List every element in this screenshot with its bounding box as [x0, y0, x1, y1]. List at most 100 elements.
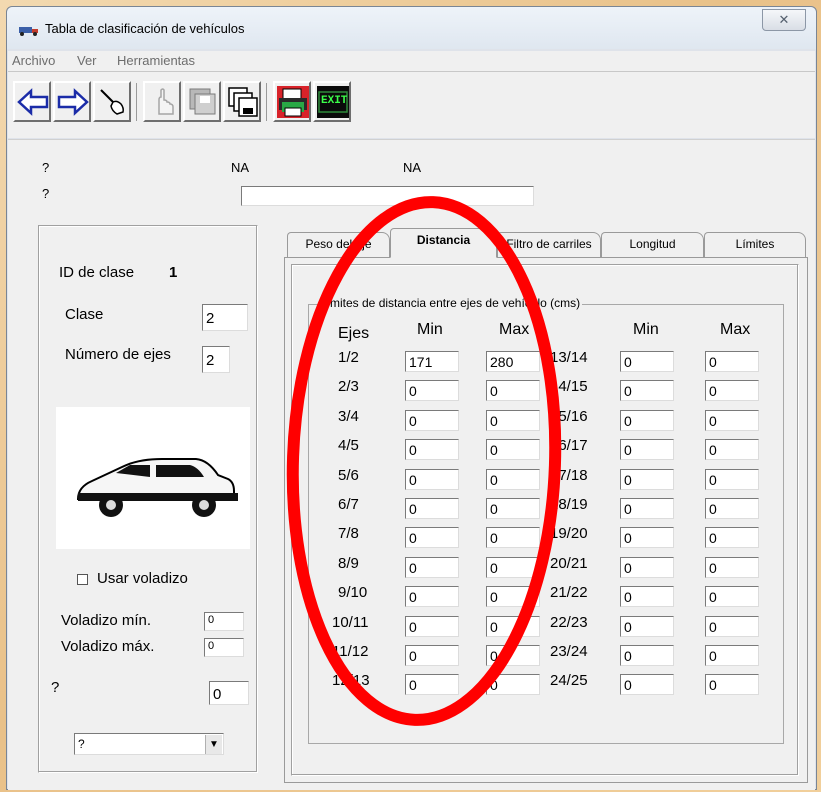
axle-min-input[interactable]: 0 — [405, 439, 459, 461]
bottom-dropdown[interactable]: ? ▼ — [74, 733, 224, 755]
axle-min-input[interactable]: 0 — [620, 556, 674, 578]
back-button[interactable] — [13, 81, 51, 122]
axle-min-input[interactable]: 0 — [405, 556, 459, 578]
tab-distancia[interactable]: Distancia — [390, 228, 497, 258]
axle-max-input[interactable]: 0 — [486, 468, 540, 490]
window-title: Tabla de clasificación de vehículos — [45, 21, 245, 36]
header-min-right: Min — [633, 321, 659, 338]
title-bar: Tabla de clasificación de vehículos ✕ — [7, 7, 816, 49]
axle-max-input[interactable]: 0 — [705, 556, 759, 578]
tab-filtro-de-carriles[interactable]: Filtro de carriles — [497, 232, 601, 258]
axle-max-input[interactable]: 0 — [486, 439, 540, 461]
axle-max-input[interactable]: 0 — [705, 615, 759, 637]
axle-min-input[interactable]: 0 — [620, 527, 674, 549]
forward-button[interactable] — [53, 81, 91, 122]
tab-limites[interactable]: Límites — [704, 232, 806, 258]
axle-min-input[interactable]: 0 — [405, 468, 459, 490]
axle-max-input[interactable]: 0 — [705, 468, 759, 490]
axle-min-input[interactable]: 0 — [620, 351, 674, 372]
forward-arrow-icon — [57, 88, 89, 116]
axle-min-input[interactable]: 0 — [620, 439, 674, 461]
axle-pair-label: 16/17 — [550, 437, 588, 455]
menu-ver[interactable]: Ver — [77, 53, 97, 68]
axle-max-input[interactable]: 0 — [486, 615, 540, 637]
print-button[interactable] — [273, 81, 311, 122]
truck-icon — [19, 27, 38, 36]
axle-min-input[interactable]: 0 — [405, 527, 459, 549]
disks-button[interactable] — [183, 81, 221, 122]
axle-min-input[interactable]: 0 — [405, 645, 459, 666]
axle-pair-label: 8/9 — [338, 554, 359, 572]
axle-max-input[interactable]: 0 — [705, 645, 759, 666]
distance-group-title: Límites de distancia entre ejes de vehíc… — [318, 296, 583, 310]
axle-min-input[interactable]: 0 — [405, 409, 459, 431]
axle-pair-label: 10/11 — [332, 613, 369, 631]
tab-longitud[interactable]: Longitud — [601, 232, 704, 258]
close-button[interactable]: ✕ — [762, 9, 806, 31]
axle-min-input[interactable]: 0 — [405, 674, 459, 696]
axle-pair-label: 11/12 — [332, 643, 369, 660]
overhang-max-input[interactable]: 0 — [204, 638, 244, 657]
axle-pair-label: 3/4 — [338, 407, 359, 425]
save-button[interactable] — [223, 81, 261, 122]
axle-max-input[interactable]: 0 — [705, 527, 759, 549]
axle-min-input[interactable]: 0 — [620, 674, 674, 696]
axle-max-input[interactable]: 0 — [486, 527, 540, 549]
axle-min-input[interactable]: 171 — [405, 351, 459, 372]
menu-archivo[interactable]: Archivo — [12, 53, 55, 68]
axle-max-input[interactable]: 0 — [705, 586, 759, 608]
toolbar-separator — [136, 83, 137, 121]
pointer-tool-icon — [100, 89, 124, 115]
axle-max-input[interactable]: 0 — [705, 380, 759, 402]
class-panel: ID de clase 1 Clase 2 Número de ejes 2 U… — [38, 225, 258, 773]
hand-icon — [158, 88, 174, 115]
menu-herramientas[interactable]: Herramientas — [117, 53, 195, 68]
axle-min-input[interactable]: 0 — [620, 586, 674, 608]
overhang-checkbox[interactable] — [77, 574, 88, 585]
hand-button[interactable] — [143, 81, 181, 122]
header-text-field[interactable] — [241, 186, 534, 206]
axle-max-input[interactable]: 0 — [705, 409, 759, 431]
axle-max-input[interactable]: 0 — [486, 498, 540, 519]
header-max: Max — [499, 321, 530, 338]
menu-bar: Archivo Ver Herramientas — [8, 51, 815, 72]
axle-min-input[interactable]: 0 — [405, 498, 459, 519]
client-area: ? NA NA ? ID de clase 1 Clase 2 Número d… — [8, 139, 815, 790]
axle-min-input[interactable]: 0 — [620, 645, 674, 666]
car-icon — [76, 458, 238, 517]
axle-min-input[interactable]: 0 — [620, 409, 674, 431]
axle-max-input[interactable]: 0 — [486, 586, 540, 608]
tab-peso-del-eje[interactable]: Peso del eje — [287, 232, 390, 258]
overhang-min-input[interactable]: 0 — [204, 612, 244, 631]
axle-min-input[interactable]: 0 — [405, 380, 459, 402]
axle-min-input[interactable]: 0 — [405, 615, 459, 637]
axle-max-input[interactable]: 0 — [705, 498, 759, 519]
axle-max-input[interactable]: 280 — [486, 351, 540, 372]
toolbar-separator — [266, 83, 267, 121]
axle-max-input[interactable]: 0 — [486, 556, 540, 578]
axle-max-input[interactable]: 0 — [486, 674, 540, 696]
axle-max-input[interactable]: 0 — [486, 645, 540, 666]
axle-pair-label: 22/23 — [550, 613, 588, 631]
axle-min-input[interactable]: 0 — [620, 615, 674, 637]
axle-max-input[interactable]: 0 — [486, 380, 540, 402]
header-na1: NA — [231, 160, 250, 175]
axle-max-input[interactable]: 0 — [705, 351, 759, 372]
axle-max-input[interactable]: 0 — [705, 674, 759, 696]
axles-input[interactable]: 2 — [202, 346, 230, 373]
chevron-down-icon[interactable]: ▼ — [205, 735, 222, 754]
axle-min-input[interactable]: 0 — [620, 498, 674, 519]
axle-pair-label: 23/24 — [550, 643, 588, 660]
axle-max-input[interactable]: 0 — [705, 439, 759, 461]
exit-button[interactable]: EXIT — [313, 81, 351, 122]
axle-pair-label: 6/7 — [338, 496, 359, 513]
misc-q-input[interactable]: 0 — [209, 681, 249, 705]
multi-disk-icon — [228, 87, 258, 117]
axle-min-input[interactable]: 0 — [620, 380, 674, 402]
tool-button[interactable] — [93, 81, 131, 122]
axle-min-input[interactable]: 0 — [620, 468, 674, 490]
class-input[interactable]: 2 — [202, 304, 248, 331]
bottom-dropdown-value: ? — [78, 737, 85, 751]
axle-min-input[interactable]: 0 — [405, 586, 459, 608]
axle-max-input[interactable]: 0 — [486, 409, 540, 431]
